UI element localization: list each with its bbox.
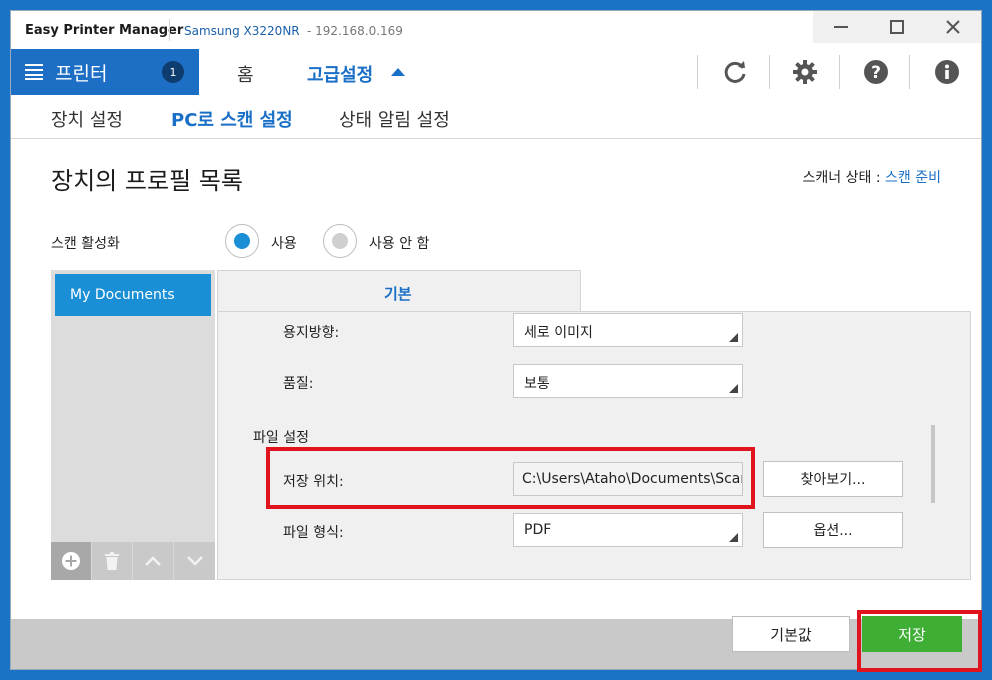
printer-label: 프린터 [55, 62, 108, 85]
delete-profile-button[interactable] [92, 542, 133, 580]
caret-up-icon [391, 68, 405, 76]
close-button[interactable] [925, 11, 981, 43]
file-format-label: 파일 형식: [283, 525, 344, 541]
add-profile-button[interactable] [51, 542, 92, 580]
title-separator [169, 19, 170, 41]
profile-toolbar [51, 542, 215, 580]
page-title: 장치의 프로필 목록 [51, 167, 243, 195]
help-button[interactable]: ? [857, 53, 895, 91]
tab-status-alert[interactable]: 상태 알림 설정 [339, 106, 450, 132]
maximize-button[interactable] [869, 11, 925, 43]
nav-advanced-settings[interactable]: 고급설정 [307, 61, 373, 87]
tab-scan-to-pc[interactable]: PC로 스캔 설정 [171, 106, 293, 132]
scan-enable-label: 스캔 활성화 [51, 236, 120, 252]
app-window: Easy Printer Manager Samsung X3220NR - 1… [10, 10, 982, 670]
tab-device-settings[interactable]: 장치 설정 [51, 106, 123, 132]
chevron-down-icon [186, 556, 203, 566]
help-icon: ? [864, 60, 888, 84]
settings-button[interactable] [786, 53, 824, 91]
device-name: Samsung X3220NR [184, 24, 300, 38]
gear-icon [793, 60, 817, 84]
device-ip: - 192.168.0.169 [307, 24, 403, 38]
quality-label: 품질: [283, 376, 314, 392]
orientation-value: 세로 이미지 [524, 325, 593, 341]
browse-button[interactable]: 찾아보기... [763, 461, 903, 497]
list-icon [25, 64, 43, 80]
dropdown-corner-icon [729, 533, 738, 542]
default-button[interactable]: 기본값 [732, 616, 850, 652]
radio-off-label: 사용 안 함 [369, 236, 430, 252]
add-icon [62, 552, 80, 570]
trash-icon [105, 552, 119, 570]
info-button[interactable] [928, 53, 966, 91]
dropdown-corner-icon [729, 384, 738, 393]
orientation-label: 용지방향: [283, 325, 340, 341]
nav-separator [697, 55, 698, 89]
profile-list: My Documents [51, 270, 215, 580]
app-title: Easy Printer Manager [25, 23, 184, 38]
title-bar: Easy Printer Manager Samsung X3220NR - 1… [11, 11, 981, 49]
radio-enable-on[interactable] [225, 224, 259, 258]
printer-tab[interactable]: 프린터 1 [11, 49, 199, 95]
refresh-icon [724, 61, 746, 83]
highlight-save-button [857, 610, 982, 672]
scanner-status-label: 스캐너 상태 : [802, 170, 881, 186]
file-settings-heading: 파일 설정 [253, 430, 309, 446]
detail-tab-label: 기본 [384, 285, 412, 303]
nav-separator [839, 55, 840, 89]
radio-unselected-dot [332, 233, 348, 249]
minimize-button[interactable] [813, 11, 869, 43]
svg-text:?: ? [871, 63, 881, 83]
move-down-button[interactable] [174, 542, 215, 580]
close-icon [946, 20, 960, 34]
profile-item[interactable]: My Documents [55, 274, 211, 316]
nav-separator [769, 55, 770, 89]
maximize-icon [890, 20, 904, 34]
printer-count-badge: 1 [162, 61, 184, 83]
file-format-select[interactable]: PDF [513, 513, 743, 547]
move-up-button[interactable] [133, 542, 174, 580]
nav-home[interactable]: 홈 [237, 61, 254, 87]
quality-select[interactable]: 보통 [513, 364, 743, 398]
chevron-up-icon [145, 556, 161, 566]
info-icon [935, 60, 959, 84]
file-format-value: PDF [524, 522, 552, 538]
highlight-save-location [266, 447, 755, 509]
quality-value: 보통 [524, 376, 550, 392]
minimize-icon [834, 26, 848, 28]
radio-enable-off[interactable] [323, 224, 357, 258]
radio-on-label: 사용 [271, 236, 297, 252]
detail-tab-basic[interactable]: 기본 [217, 270, 581, 312]
refresh-button[interactable] [716, 53, 754, 91]
nav-separator [909, 55, 910, 89]
sub-tabs: 장치 설정 PC로 스캔 설정 상태 알림 설정 [11, 95, 981, 139]
radio-selected-dot [234, 233, 250, 249]
detail-scrollbar[interactable] [931, 425, 935, 503]
dropdown-corner-icon [729, 333, 738, 342]
options-button[interactable]: 옵션... [763, 512, 903, 548]
nav-bar: 프린터 1 홈 고급설정 ? [11, 49, 981, 95]
scanner-status: 스캐너 상태 : 스캔 준비 [803, 167, 941, 187]
scanner-status-value: 스캔 준비 [885, 170, 941, 186]
orientation-select[interactable]: 세로 이미지 [513, 313, 743, 347]
